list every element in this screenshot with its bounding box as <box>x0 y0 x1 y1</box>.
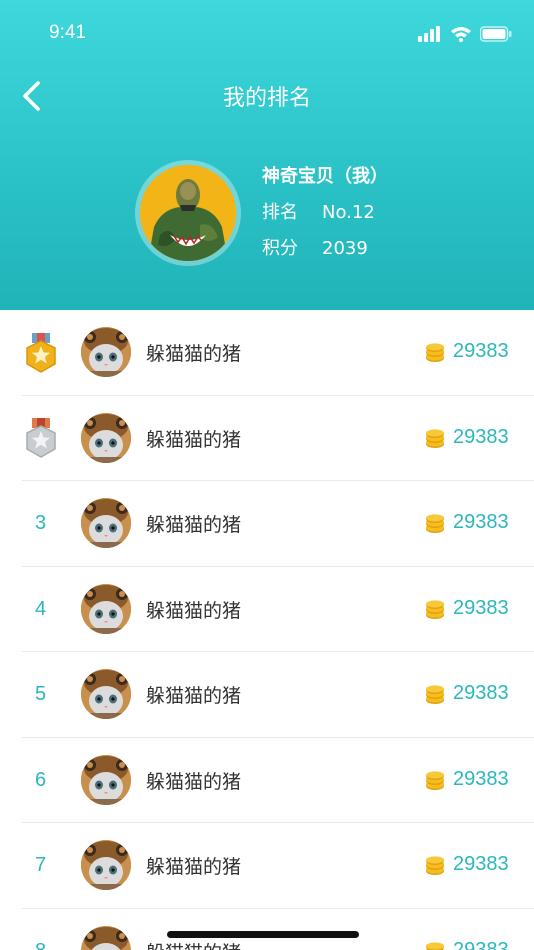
my-score-row: 积分 2039 <box>262 234 368 260</box>
my-profile-card: 神奇宝贝（我） 排名 No.12 积分 2039 <box>0 160 534 270</box>
status-time: 9:41 <box>49 22 86 43</box>
rank-cell: 8 <box>18 909 63 950</box>
signal-icon <box>418 26 440 42</box>
cat-avatar-icon <box>81 840 131 890</box>
rank-label: 排名 <box>262 202 298 223</box>
my-rank-row: 排名 No.12 <box>262 198 375 224</box>
cat-avatar-icon <box>81 754 131 805</box>
user-avatar[interactable] <box>81 925 131 950</box>
user-name: 躲猫猫的猪 <box>146 856 242 878</box>
user-score: 29383 <box>453 340 509 362</box>
ranking-row[interactable]: 4 躲猫猫的猪 29383 <box>0 567 534 652</box>
user-score: 29383 <box>453 425 509 448</box>
coin-icon <box>426 428 444 448</box>
user-avatar[interactable] <box>81 412 131 463</box>
user-avatar[interactable] <box>81 840 131 890</box>
user-name: 躲猫猫的猪 <box>146 599 242 622</box>
gold-medal-icon <box>25 332 56 373</box>
user-avatar[interactable] <box>81 669 131 719</box>
coin-icon <box>426 941 444 950</box>
user-name: 躲猫猫的猪 <box>146 428 242 451</box>
silver-medal-icon <box>25 418 56 458</box>
score-value: 2039 <box>322 238 368 259</box>
user-score: 29383 <box>453 596 509 619</box>
ranking-row[interactable]: 8 躲猫猫的猪 <box>0 909 534 950</box>
ranking-row[interactable]: 6 躲猫猫的猪 29383 <box>0 738 534 823</box>
cat-avatar-icon <box>81 327 131 377</box>
avatar-image-icon <box>140 165 236 261</box>
cat-avatar-icon <box>81 498 131 548</box>
coin-icon <box>426 770 444 790</box>
user-name: 躲猫猫的猪 <box>146 938 241 950</box>
ranking-row[interactable]: 7 躲猫猫的猪 29383 <box>0 823 534 909</box>
my-name: 神奇宝贝（我） <box>262 166 388 187</box>
cat-avatar-icon <box>81 669 131 719</box>
rank-value: No.12 <box>322 202 375 223</box>
page-title: 我的排名 <box>222 86 311 111</box>
user-name: 躲猫猫的猪 <box>146 685 242 707</box>
rank-cell: 3 <box>34 512 47 534</box>
user-score: 29383 <box>453 938 509 950</box>
user-score: 29383 <box>453 682 509 704</box>
home-indicator <box>167 931 359 938</box>
coin-icon <box>426 599 444 619</box>
user-score: 29383 <box>453 853 509 875</box>
coin-icon <box>426 685 444 704</box>
rank-cell: 6 <box>34 768 47 791</box>
user-score: 29383 <box>453 767 509 790</box>
cat-avatar-icon <box>81 925 131 950</box>
ranking-row[interactable]: 躲猫猫的猪 29383 <box>0 396 534 481</box>
status-icons <box>418 24 512 44</box>
user-name: 躲猫猫的猪 <box>146 514 242 536</box>
battery-icon <box>480 26 512 42</box>
user-avatar[interactable] <box>81 498 131 548</box>
ranking-row[interactable]: 5 躲猫猫的猪 29383 <box>0 652 534 738</box>
user-name: 躲猫猫的猪 <box>146 770 242 793</box>
score-label: 积分 <box>262 238 298 259</box>
rank-cell: 7 <box>34 854 47 876</box>
ranking-screen: 9:41 我的排名 神奇宝贝（我） 排名 No.12 积分 2039 躲猫猫的猪… <box>0 0 534 950</box>
user-avatar[interactable] <box>81 327 131 377</box>
user-avatar[interactable] <box>81 583 131 634</box>
rank-cell: 4 <box>34 597 47 620</box>
ranking-row[interactable]: 3 躲猫猫的猪 29383 <box>0 481 534 567</box>
coin-icon <box>426 514 444 533</box>
coin-icon <box>426 856 444 875</box>
coin-icon <box>426 343 444 362</box>
wifi-icon <box>451 27 471 42</box>
my-avatar[interactable] <box>135 160 241 266</box>
rank-cell: 5 <box>34 683 47 705</box>
ranking-row[interactable]: 躲猫猫的猪 29383 <box>0 310 534 396</box>
user-score: 29383 <box>453 511 509 533</box>
rank-cell <box>18 396 63 481</box>
cat-avatar-icon <box>81 583 131 634</box>
ranking-list: 躲猫猫的猪 29383 躲猫猫的猪 29383 3 躲猫猫的猪 29383 4 … <box>0 310 534 950</box>
cat-avatar-icon <box>81 412 131 463</box>
header: 9:41 我的排名 神奇宝贝（我） 排名 No.12 积分 2039 <box>0 0 534 310</box>
user-name: 躲猫猫的猪 <box>146 343 242 365</box>
user-avatar[interactable] <box>81 754 131 805</box>
rank-cell <box>18 310 63 395</box>
status-bar: 9:41 <box>0 0 534 70</box>
